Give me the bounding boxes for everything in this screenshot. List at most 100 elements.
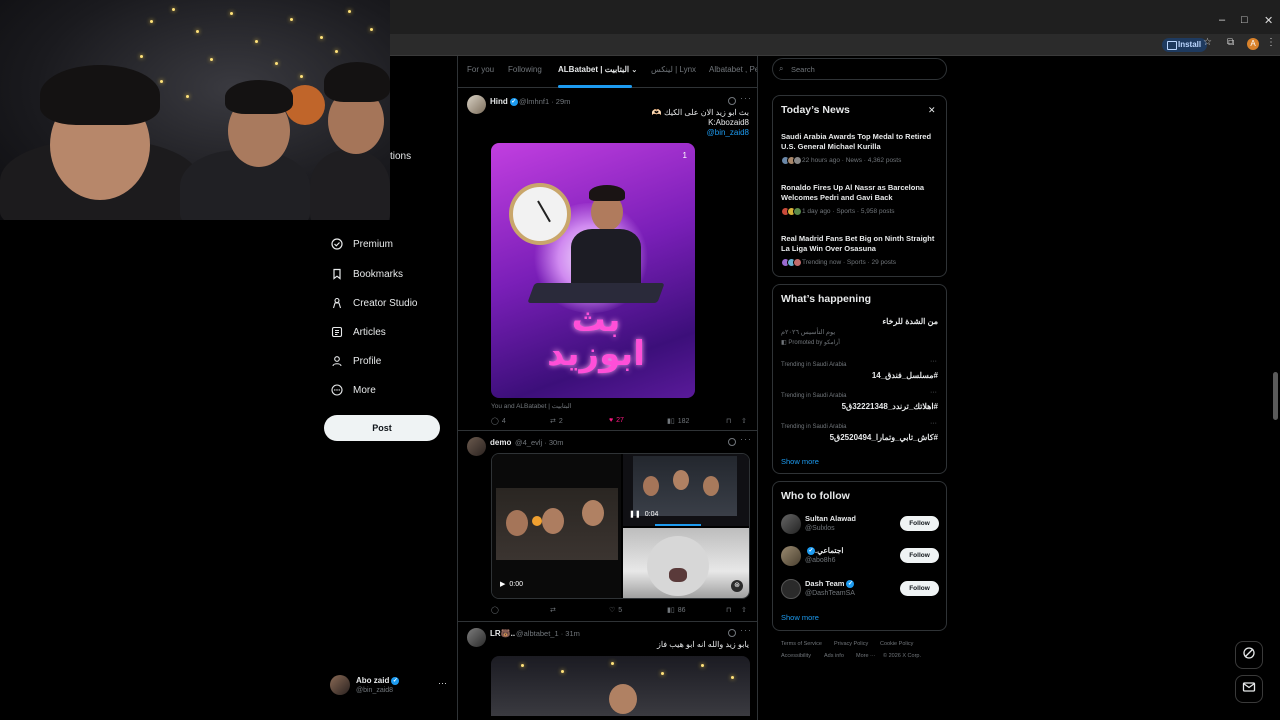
nav-item-articles[interactable]: Articles bbox=[331, 322, 386, 342]
repost-button[interactable]: ⇄ bbox=[550, 606, 559, 614]
news-item-meta: 1 day ago · Sports · 5,958 posts bbox=[781, 207, 895, 216]
account-menu-button[interactable]: ··· bbox=[438, 678, 447, 688]
tweet-media-grid: ▶ 0:00 ❚❚ 0:04 ⊛ bbox=[491, 453, 750, 599]
star-bookmark-icon[interactable]: ☆ bbox=[1203, 37, 1212, 48]
tab-for-you[interactable]: For you bbox=[467, 65, 494, 74]
follow-button[interactable]: Follow bbox=[900, 516, 939, 531]
tweet-mention-link[interactable]: @bin_zaid8 bbox=[707, 128, 749, 137]
suggested-user-name[interactable]: Dash Team ✓ bbox=[805, 579, 855, 589]
tab-lynx[interactable]: لينكس | Lynx bbox=[651, 65, 696, 74]
install-app-button[interactable]: Install bbox=[1162, 38, 1208, 52]
tweet-author-handle[interactable]: @lmhnf1 · 29m bbox=[519, 97, 570, 106]
avatar[interactable] bbox=[467, 628, 486, 647]
footer-link[interactable]: Cookie Policy bbox=[880, 641, 913, 647]
trend-more-icon[interactable]: ··· bbox=[930, 420, 937, 427]
nav-item-premium[interactable]: Premium bbox=[331, 234, 393, 254]
nav-item-label: Bookmarks bbox=[353, 268, 404, 280]
bookmark-button[interactable]: ⊓ bbox=[726, 606, 731, 614]
tweet-author-handle[interactable]: @albtabet_1 · 31m bbox=[516, 629, 580, 638]
tweet-author-name[interactable]: Hind ✓ bbox=[490, 97, 518, 106]
share-button[interactable]: ⇧ bbox=[741, 606, 747, 614]
avatar[interactable] bbox=[467, 95, 486, 114]
video-player[interactable]: ▶ 0:00 bbox=[492, 454, 621, 598]
nav-notifications-partial[interactable]: tions bbox=[390, 151, 411, 162]
avatar[interactable] bbox=[781, 514, 801, 534]
footer-link[interactable]: Accessibility bbox=[781, 653, 811, 659]
tab-albatabet-pe[interactable]: Albatabet , Pe bbox=[709, 65, 757, 74]
avatar[interactable] bbox=[781, 579, 801, 599]
tweet[interactable]: Hind ✓ @lmhnf1 · 29m ··· بث ابو زيد الان … bbox=[458, 89, 757, 431]
account-handle: @bin_zaid8 bbox=[356, 687, 394, 694]
show-more-link[interactable]: Show more bbox=[781, 457, 819, 466]
grok-icon[interactable] bbox=[728, 629, 736, 637]
views-button[interactable]: ▮▯ 182 bbox=[667, 417, 689, 426]
messages-button[interactable] bbox=[1235, 675, 1263, 703]
follow-button[interactable]: Follow bbox=[900, 581, 939, 596]
trend-name[interactable]: #مسلسل_فندق_14 bbox=[872, 371, 938, 380]
pause-icon[interactable]: ❚❚ bbox=[629, 510, 641, 518]
close-icon[interactable]: ✕ bbox=[928, 105, 936, 116]
tagged-users[interactable]: You and ALBatabet | البتابيت bbox=[491, 402, 572, 410]
promoted-trend-title[interactable]: من الشدة للرخاء bbox=[882, 317, 938, 326]
trend-more-icon[interactable]: ··· bbox=[930, 389, 937, 396]
account-name[interactable]: Abo zaid ✓ bbox=[356, 676, 400, 685]
grok-icon[interactable] bbox=[728, 438, 736, 446]
suggested-user-name[interactable]: Sultan Alawad bbox=[805, 514, 856, 523]
tab-following[interactable]: Following bbox=[508, 65, 542, 74]
like-button[interactable]: ♡ 5 bbox=[609, 606, 622, 615]
bookmark-button[interactable]: ⊓ bbox=[726, 417, 731, 425]
nav-item-bookmarks[interactable]: Bookmarks bbox=[331, 264, 403, 284]
tweet-image[interactable]: ⊛ bbox=[623, 528, 749, 598]
suggested-user-name[interactable]: اجتماعي.✓ bbox=[805, 546, 843, 556]
views-button[interactable]: ▮▯ 86 bbox=[667, 606, 686, 615]
news-item-title[interactable]: Ronaldo Fires Up Al Nassr as Barcelona W… bbox=[781, 183, 941, 203]
video-progress[interactable] bbox=[655, 524, 701, 526]
nav-item-more[interactable]: More bbox=[331, 380, 376, 400]
browser-profile-avatar[interactable]: A bbox=[1247, 38, 1259, 50]
tweet-author-handle[interactable]: @4_evlj · 30m bbox=[515, 438, 563, 447]
page-scrollbar[interactable] bbox=[1273, 372, 1278, 420]
tweet-more-icon[interactable]: ··· bbox=[740, 625, 752, 635]
browser-menu-icon[interactable]: ⋮ bbox=[1266, 37, 1276, 48]
nav-item-profile[interactable]: Profile bbox=[331, 351, 381, 371]
tweet-author-name[interactable]: demo bbox=[490, 438, 511, 447]
trend-name[interactable]: #اهلاتك_ترندد_32221348ق5 bbox=[842, 402, 938, 411]
tweet-image[interactable]: بث ابوزيد 1 bbox=[491, 143, 695, 398]
tweet-author-name[interactable]: LR🐻.. bbox=[490, 629, 515, 638]
share-button[interactable]: ⇧ bbox=[741, 417, 747, 425]
reply-button[interactable]: ◯ 4 bbox=[491, 417, 506, 426]
account-avatar[interactable] bbox=[330, 675, 350, 695]
tab-albatabet[interactable]: ALBatabet | البتابيت ⌄ bbox=[558, 65, 637, 74]
extensions-icon[interactable]: ⧉ bbox=[1227, 37, 1234, 48]
grok-icon[interactable] bbox=[728, 97, 736, 105]
news-item-title[interactable]: Real Madrid Fans Bet Big on Ninth Straig… bbox=[781, 234, 941, 254]
avatar[interactable] bbox=[467, 437, 486, 456]
grok-button[interactable] bbox=[1235, 641, 1263, 669]
follow-button[interactable]: Follow bbox=[900, 548, 939, 563]
repost-button[interactable]: ⇄ 2 bbox=[550, 417, 563, 426]
footer-link[interactable]: Privacy Policy bbox=[834, 641, 868, 647]
avatar[interactable] bbox=[781, 546, 801, 566]
tweet[interactable]: demo @4_evlj · 30m ··· ▶ 0:00 ❚❚ 0:04 ⊛ … bbox=[458, 432, 757, 622]
search-input[interactable]: ⌕ Search bbox=[772, 58, 947, 80]
footer-link[interactable]: More ··· bbox=[856, 653, 876, 659]
reply-button[interactable]: ◯ bbox=[491, 606, 502, 614]
video-player[interactable]: ❚❚ 0:04 bbox=[623, 454, 749, 526]
tweet-more-icon[interactable]: ··· bbox=[740, 93, 752, 103]
news-item-title[interactable]: Saudi Arabia Awards Top Medal to Retired… bbox=[781, 132, 941, 152]
trend-name[interactable]: #كاش_تابي_وتمارا_2520494ق5 bbox=[830, 433, 938, 442]
tweet-more-icon[interactable]: ··· bbox=[740, 434, 752, 444]
footer-link[interactable]: Terms of Service bbox=[781, 641, 822, 647]
nav-item-creator-studio[interactable]: Creator Studio bbox=[331, 293, 417, 313]
play-icon[interactable]: ▶ bbox=[500, 580, 505, 588]
maximize-window-button[interactable]: □ bbox=[1241, 14, 1248, 26]
footer-link[interactable]: Ads info bbox=[824, 653, 844, 659]
post-button[interactable]: Post bbox=[324, 415, 440, 441]
like-button[interactable]: ♥ 27 bbox=[609, 417, 624, 424]
trend-more-icon[interactable]: ··· bbox=[930, 358, 937, 365]
minimize-window-button[interactable]: – bbox=[1219, 14, 1225, 26]
tweet-image[interactable] bbox=[491, 656, 750, 716]
close-window-button[interactable]: ✕ bbox=[1264, 14, 1273, 27]
show-more-link[interactable]: Show more bbox=[781, 613, 819, 622]
tweet[interactable]: LR🐻.. @albtabet_1 · 31m ··· يابو زيد وال… bbox=[458, 623, 757, 720]
